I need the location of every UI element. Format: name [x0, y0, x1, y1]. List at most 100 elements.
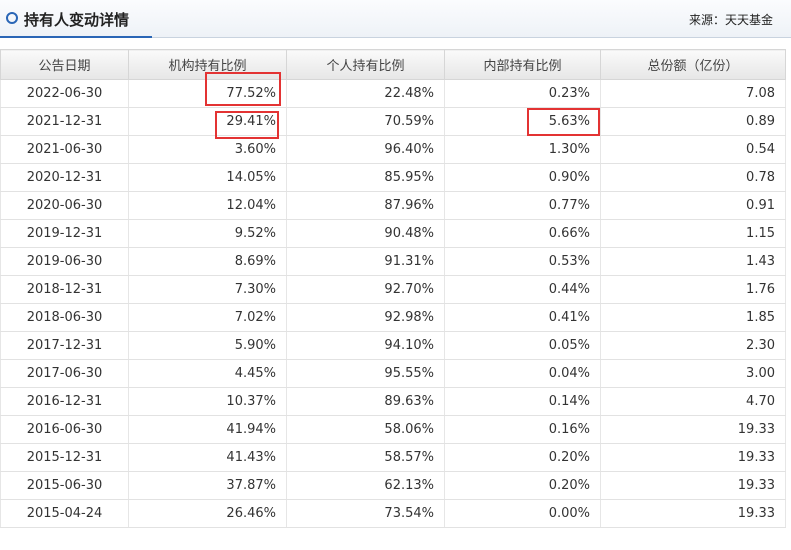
- table-cell: 2015-12-31: [0, 443, 129, 472]
- table-cell: 77.52%: [128, 79, 287, 108]
- table-cell: 2017-12-31: [0, 331, 129, 360]
- table-cell: 2016-06-30: [0, 415, 129, 444]
- table-cell: 0.53%: [444, 247, 601, 276]
- table-cell: 0.41%: [444, 303, 601, 332]
- table-cell: 0.77%: [444, 191, 601, 220]
- table-header-row: 公告日期 机构持有比例 个人持有比例 内部持有比例 总份额（亿份）: [0, 49, 786, 80]
- table-row: 2015-04-24 26.46% 73.54% 0.00% 19.33: [0, 499, 786, 528]
- table-cell: 73.54%: [286, 499, 445, 528]
- table-cell: 2018-12-31: [0, 275, 129, 304]
- table-cell: 1.15: [600, 219, 786, 248]
- table-cell: 7.30%: [128, 275, 287, 304]
- table-row: 2019-06-30 8.69% 91.31% 0.53% 1.43: [0, 247, 786, 276]
- table-cell: 26.46%: [128, 499, 287, 528]
- table-cell: 0.90%: [444, 163, 601, 192]
- table-cell: 2015-04-24: [0, 499, 129, 528]
- table-cell: 4.45%: [128, 359, 287, 388]
- table-cell: 0.20%: [444, 471, 601, 500]
- table-cell: 2020-06-30: [0, 191, 129, 220]
- table-cell: 9.52%: [128, 219, 287, 248]
- table-cell: 0.04%: [444, 359, 601, 388]
- title-underline: [0, 36, 152, 38]
- column-header[interactable]: 内部持有比例: [444, 49, 601, 80]
- table-row: 2018-06-30 7.02% 92.98% 0.41% 1.85: [0, 303, 786, 332]
- table-cell: 3.00: [600, 359, 786, 388]
- column-header[interactable]: 总份额（亿份）: [600, 49, 786, 80]
- table-row: 2020-12-31 14.05% 85.95% 0.90% 0.78: [0, 163, 786, 192]
- table-cell: 0.23%: [444, 79, 601, 108]
- table-cell: 0.00%: [444, 499, 601, 528]
- table-cell: 10.37%: [128, 387, 287, 416]
- table-cell: 62.13%: [286, 471, 445, 500]
- table-cell: 22.48%: [286, 79, 445, 108]
- table-cell: 2019-06-30: [0, 247, 129, 276]
- table-cell: 85.95%: [286, 163, 445, 192]
- table-cell: 7.02%: [128, 303, 287, 332]
- table-cell: 37.87%: [128, 471, 287, 500]
- table-body: 2022-06-30 77.52% 22.48% 0.23% 7.08 2021-12-3…: [0, 79, 786, 528]
- table-cell: 95.55%: [286, 359, 445, 388]
- table-cell: 92.98%: [286, 303, 445, 332]
- table-row: 2015-12-31 41.43% 58.57% 0.20% 19.33: [0, 443, 786, 472]
- table-row: 2022-06-30 77.52% 22.48% 0.23% 7.08: [0, 79, 786, 108]
- data-source-label: 来源：天天基金: [688, 13, 773, 27]
- table-cell: 2019-12-31: [0, 219, 129, 248]
- table-cell: 2021-12-31: [0, 107, 129, 136]
- table-row: 2016-06-30 41.94% 58.06% 0.16% 19.33: [0, 415, 786, 444]
- table-row: 2018-12-31 7.30% 92.70% 0.44% 1.76: [0, 275, 786, 304]
- table-cell: 0.14%: [444, 387, 601, 416]
- table-cell: 1.85: [600, 303, 786, 332]
- table-cell: 2021-06-30: [0, 135, 129, 164]
- table-cell: 41.94%: [128, 415, 287, 444]
- table-cell: 1.76: [600, 275, 786, 304]
- table-cell: 58.57%: [286, 443, 445, 472]
- table-cell: 19.33: [600, 443, 786, 472]
- table-cell: 29.41%: [128, 107, 287, 136]
- table-cell: 0.91: [600, 191, 786, 220]
- table-cell: 19.33: [600, 415, 786, 444]
- table-cell: 87.96%: [286, 191, 445, 220]
- table-cell: 2017-06-30: [0, 359, 129, 388]
- table-row: 2017-12-31 5.90% 94.10% 0.05% 2.30: [0, 331, 786, 360]
- table-cell: 5.63%: [444, 107, 601, 136]
- column-header[interactable]: 个人持有比例: [286, 49, 445, 80]
- table-cell: 2020-12-31: [0, 163, 129, 192]
- table-cell: 2018-06-30: [0, 303, 129, 332]
- table-cell: 0.16%: [444, 415, 601, 444]
- table-cell: 70.59%: [286, 107, 445, 136]
- table-cell: 19.33: [600, 499, 786, 528]
- table-cell: 0.05%: [444, 331, 601, 360]
- table-row: 2017-06-30 4.45% 95.55% 0.04% 3.00: [0, 359, 786, 388]
- table-cell: 2016-12-31: [0, 387, 129, 416]
- table-cell: 90.48%: [286, 219, 445, 248]
- column-header[interactable]: 机构持有比例: [128, 49, 287, 80]
- table-row: 2015-06-30 37.87% 62.13% 0.20% 19.33: [0, 471, 786, 500]
- table-cell: 0.20%: [444, 443, 601, 472]
- table-row: 2021-12-31 29.41% 70.59% 5.63% 0.89: [0, 107, 786, 136]
- table-row: 2021-06-30 3.60% 96.40% 1.30% 0.54: [0, 135, 786, 164]
- table-cell: 1.30%: [444, 135, 601, 164]
- table-cell: 0.78: [600, 163, 786, 192]
- table-cell: 14.05%: [128, 163, 287, 192]
- table-cell: 1.43: [600, 247, 786, 276]
- section-title: 持有人变动详情: [24, 11, 130, 29]
- table-cell: 89.63%: [286, 387, 445, 416]
- section-header: 持有人变动详情 来源：天天基金: [0, 0, 791, 38]
- table-cell: 0.44%: [444, 275, 601, 304]
- table-cell: 19.33: [600, 471, 786, 500]
- table-cell: 4.70: [600, 387, 786, 416]
- table-cell: 92.70%: [286, 275, 445, 304]
- table-cell: 0.89: [600, 107, 786, 136]
- table-row: 2019-12-31 9.52% 90.48% 0.66% 1.15: [0, 219, 786, 248]
- table-cell: 0.54: [600, 135, 786, 164]
- table-cell: 0.66%: [444, 219, 601, 248]
- table-cell: 5.90%: [128, 331, 287, 360]
- table-cell: 96.40%: [286, 135, 445, 164]
- table-cell: 58.06%: [286, 415, 445, 444]
- table-cell: 12.04%: [128, 191, 287, 220]
- table-cell: 7.08: [600, 79, 786, 108]
- column-header[interactable]: 公告日期: [0, 49, 129, 80]
- holder-change-table: 公告日期 机构持有比例 个人持有比例 内部持有比例 总份额（亿份） 2022-06-30…: [0, 49, 786, 528]
- table-cell: 3.60%: [128, 135, 287, 164]
- table-cell: 94.10%: [286, 331, 445, 360]
